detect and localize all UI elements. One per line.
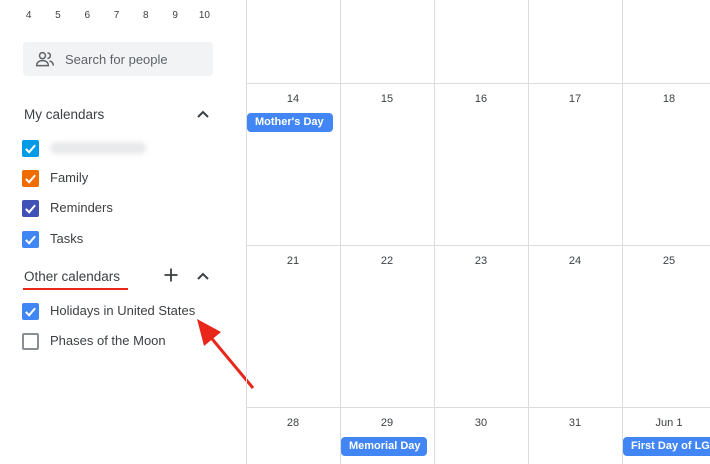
- mini-calendar-day[interactable]: 7: [102, 10, 131, 21]
- chevron-up-icon[interactable]: [196, 271, 210, 281]
- mini-calendar-week: 4 5 6 7 8 9 10: [14, 10, 219, 21]
- day-number[interactable]: 18: [622, 93, 710, 105]
- grid-line: [246, 83, 710, 84]
- checkbox[interactable]: [22, 302, 39, 320]
- calendar-label: Phases of the Moon: [50, 333, 166, 348]
- calendar-item-family[interactable]: Family: [22, 168, 88, 188]
- check-icon: [25, 307, 36, 317]
- grid-line: [434, 0, 435, 464]
- calendar-item-moon-phases[interactable]: Phases of the Moon: [22, 331, 166, 351]
- calendar-item-personal[interactable]: [22, 138, 146, 158]
- checkbox[interactable]: [22, 199, 39, 217]
- event-chip[interactable]: Memorial Day: [341, 437, 427, 456]
- mini-calendar-day[interactable]: 4: [14, 10, 43, 21]
- search-placeholder: Search for people: [65, 52, 168, 67]
- event-chip[interactable]: First Day of LGBTQ+ Pride Month: [623, 437, 710, 456]
- checkbox[interactable]: [22, 332, 39, 350]
- calendar-item-reminders[interactable]: Reminders: [22, 198, 113, 218]
- calendar-item-tasks[interactable]: Tasks: [22, 229, 83, 249]
- event-chip[interactable]: Mother's Day: [247, 113, 333, 132]
- calendar-item-holidays[interactable]: Holidays in United States: [22, 301, 195, 321]
- check-icon: [25, 204, 36, 214]
- day-number[interactable]: 28: [246, 417, 340, 429]
- mini-calendar-day[interactable]: 5: [43, 10, 72, 21]
- search-people-input[interactable]: Search for people: [23, 42, 213, 76]
- check-icon: [25, 144, 36, 154]
- day-number[interactable]: 29: [340, 417, 434, 429]
- sidebar: 4 5 6 7 8 9 10 Search for people My cale…: [0, 0, 255, 464]
- grid-line: [246, 0, 247, 464]
- mini-calendar-day[interactable]: 6: [73, 10, 102, 21]
- grid-line: [340, 0, 341, 464]
- grid-line: [246, 245, 710, 246]
- checkbox[interactable]: [22, 139, 39, 157]
- other-calendars-title[interactable]: Other calendars: [24, 269, 120, 284]
- day-number[interactable]: 30: [434, 417, 528, 429]
- day-number[interactable]: 23: [434, 255, 528, 267]
- day-number[interactable]: 14: [246, 93, 340, 105]
- day-number[interactable]: 17: [528, 93, 622, 105]
- my-calendars-title[interactable]: My calendars: [24, 107, 104, 122]
- day-number[interactable]: 25: [622, 255, 710, 267]
- check-icon: [25, 174, 36, 184]
- mini-calendar-day[interactable]: 9: [160, 10, 189, 21]
- calendar-label: Family: [50, 170, 89, 185]
- blurred-calendar-name: [50, 142, 146, 154]
- mini-calendar-day[interactable]: 10: [190, 10, 219, 21]
- checkbox[interactable]: [22, 169, 39, 187]
- annotation-underline: [23, 288, 128, 290]
- checkbox[interactable]: [22, 230, 39, 248]
- month-grid: 14 15 16 17 18 Mother's Day 21 22 23 24 …: [246, 0, 710, 464]
- check-icon: [25, 235, 36, 245]
- grid-line: [528, 0, 529, 464]
- day-number[interactable]: 24: [528, 255, 622, 267]
- grid-line: [246, 407, 710, 408]
- add-calendar-icon[interactable]: [164, 268, 178, 282]
- day-number[interactable]: Jun 1: [622, 417, 710, 429]
- people-icon: [35, 51, 55, 67]
- day-number[interactable]: 16: [434, 93, 528, 105]
- mini-calendar-day[interactable]: 8: [131, 10, 160, 21]
- day-number[interactable]: 15: [340, 93, 434, 105]
- calendar-label: Holidays in United States: [50, 303, 196, 318]
- chevron-up-icon[interactable]: [196, 109, 210, 119]
- calendar-label: Tasks: [50, 231, 84, 246]
- day-number[interactable]: 22: [340, 255, 434, 267]
- day-number[interactable]: 21: [246, 255, 340, 267]
- grid-line: [622, 0, 623, 464]
- day-number[interactable]: 31: [528, 417, 622, 429]
- calendar-label: Reminders: [50, 200, 113, 215]
